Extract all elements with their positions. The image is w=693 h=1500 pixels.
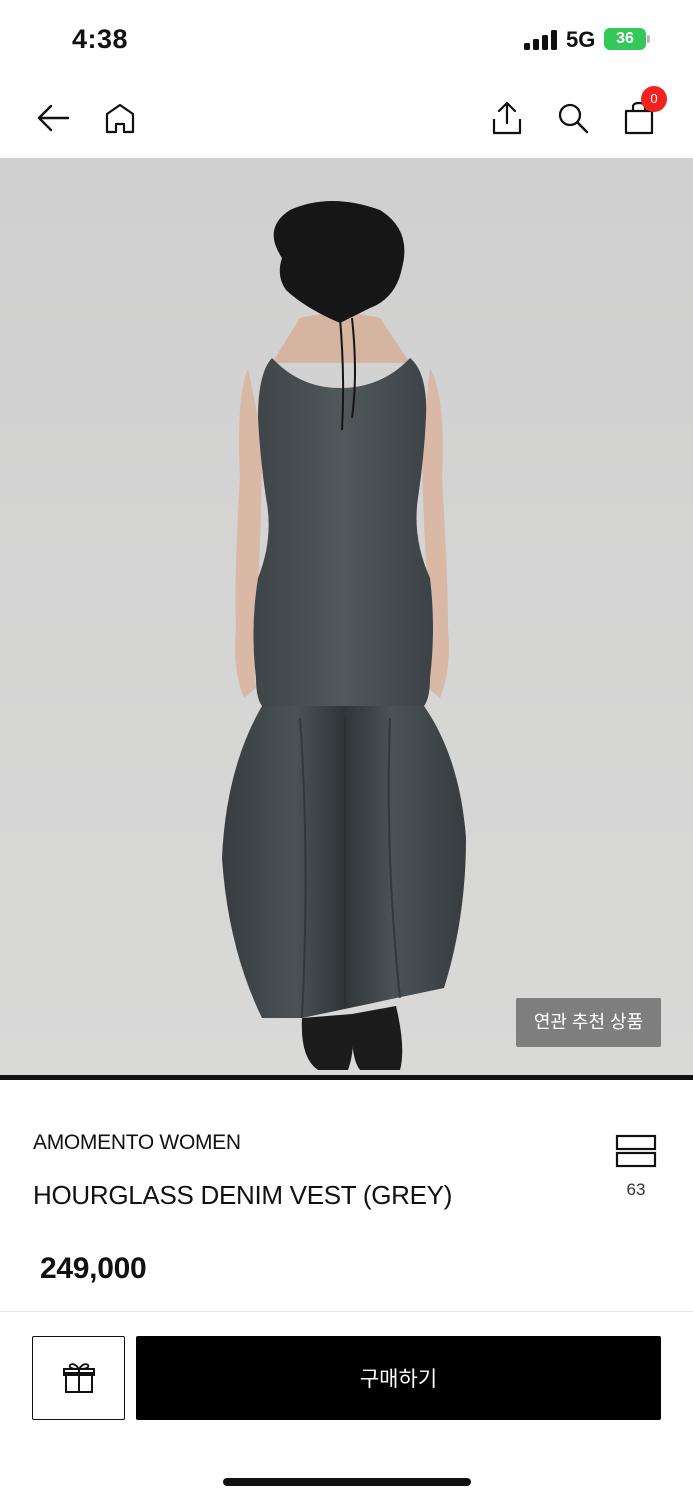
product-title: HOURGLASS DENIM VEST (GREY)	[33, 1180, 453, 1210]
brand-name[interactable]: AMOMENTO WOMEN	[33, 1131, 241, 1155]
back-button[interactable]	[31, 96, 75, 140]
home-icon	[105, 103, 135, 134]
stack-icon	[615, 1134, 657, 1168]
home-indicator	[223, 1478, 471, 1486]
top-nav: 0	[0, 78, 693, 158]
signal-icon	[524, 30, 558, 50]
related-products-button[interactable]: 연관 추천 상품	[516, 998, 661, 1047]
search-icon	[558, 103, 589, 134]
divider	[0, 1311, 693, 1312]
cart-button[interactable]: 0	[617, 86, 667, 140]
network-label: 5G	[566, 27, 596, 52]
gift-button[interactable]	[32, 1336, 125, 1420]
arrow-left-icon	[37, 104, 70, 132]
search-button[interactable]	[551, 96, 595, 140]
status-bar: 4:38 5G 36	[0, 0, 693, 78]
cart-count-badge: 0	[641, 86, 667, 112]
image-bottom-rule	[0, 1075, 693, 1080]
battery-icon: 36	[604, 28, 646, 50]
battery-tip	[647, 35, 650, 43]
model-photo	[0, 158, 693, 1075]
share-button[interactable]	[485, 96, 529, 140]
product-price: 249,000	[40, 1252, 147, 1285]
like-button[interactable]: 63	[606, 1132, 666, 1202]
buy-button[interactable]: 구매하기	[136, 1336, 661, 1420]
gift-icon	[62, 1363, 95, 1393]
like-count: 63	[626, 1180, 646, 1199]
home-button[interactable]	[98, 96, 142, 140]
share-icon	[492, 101, 522, 135]
status-time: 4:38	[72, 24, 129, 54]
product-image[interactable]: 연관 추천 상품	[0, 158, 693, 1075]
